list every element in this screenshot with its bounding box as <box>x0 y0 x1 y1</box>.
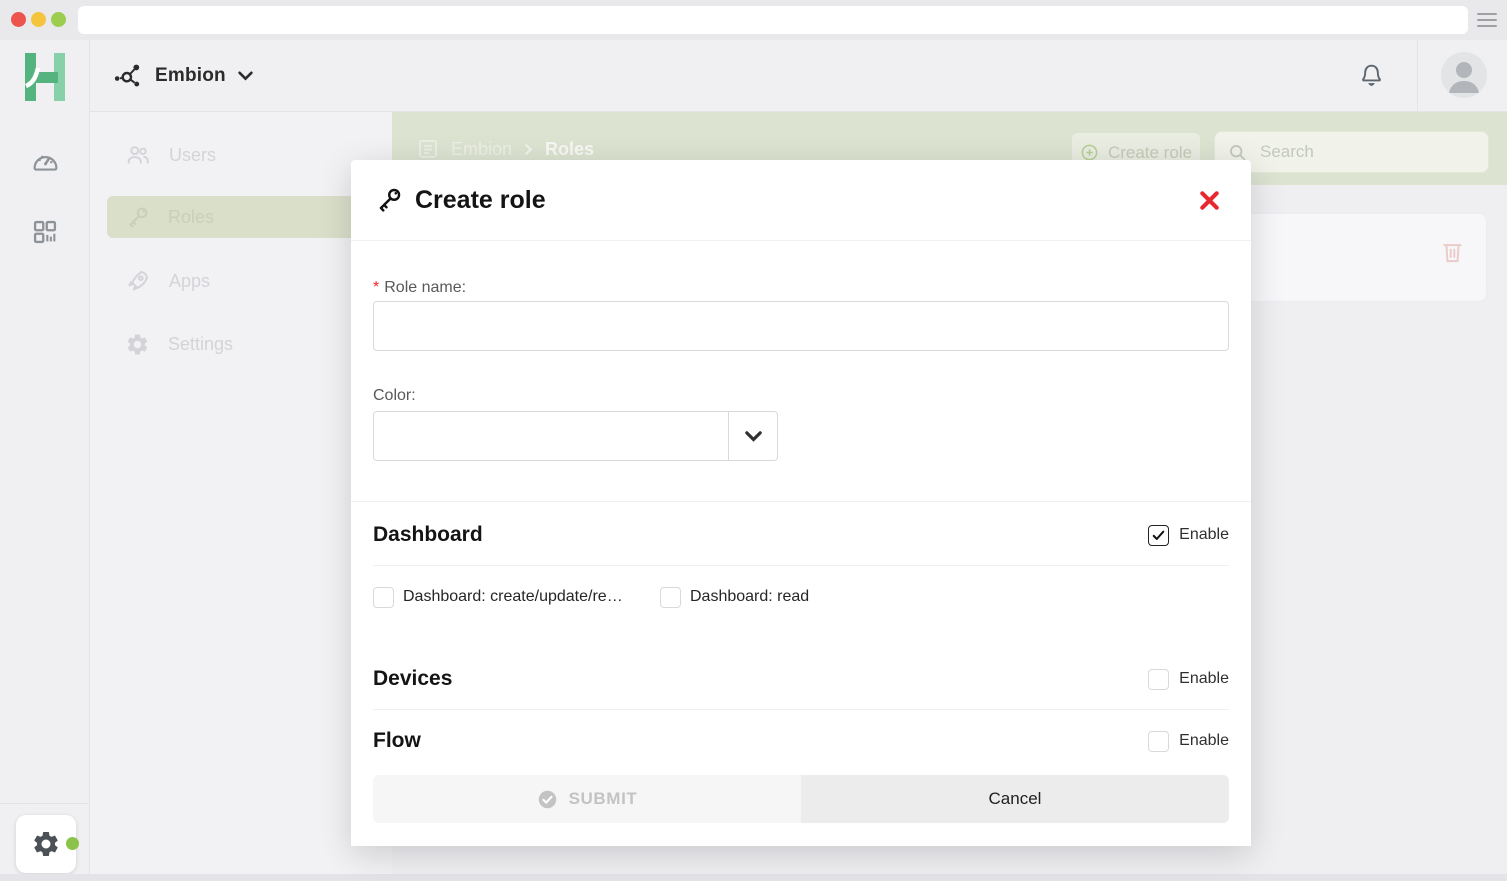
modal-header: Create role <box>351 160 1251 241</box>
rail-divider <box>0 803 88 804</box>
search-input[interactable]: Search <box>1214 131 1489 173</box>
org-switcher[interactable]: Embion <box>113 40 253 111</box>
section-devices: Devices Enable <box>373 664 1229 710</box>
sidebar-item-label: Settings <box>168 334 233 355</box>
status-dot <box>66 837 79 850</box>
key-icon <box>125 205 150 230</box>
modal-body: *Role name: Color: Dashboard Enable <box>351 241 1251 757</box>
section-title: Devices <box>373 667 452 691</box>
sidebar-item-label: Users <box>169 145 216 166</box>
sidebar-item-users[interactable]: Users <box>107 134 377 176</box>
notifications-bell-icon[interactable] <box>1358 62 1385 89</box>
cancel-label: Cancel <box>989 789 1042 809</box>
create-role-modal: Create role *Role name: Color: Dashboard <box>351 160 1251 846</box>
key-icon <box>375 186 403 214</box>
sidebar-item-label: Roles <box>168 207 214 228</box>
permission-label: Dashboard: create/update/re… <box>403 588 623 606</box>
gear-icon <box>125 332 150 357</box>
user-avatar[interactable] <box>1441 52 1487 98</box>
module-sidebar: Users Roles Apps Settings <box>90 112 392 881</box>
enable-checkbox-flow[interactable] <box>1148 731 1169 752</box>
users-icon <box>125 142 151 168</box>
role-name-label: *Role name: <box>373 279 1229 297</box>
org-name: Embion <box>155 65 226 87</box>
chevron-down-icon <box>728 412 777 460</box>
window-close-button[interactable] <box>11 12 26 27</box>
breadcrumb: Embion Roles <box>416 137 594 161</box>
left-rail <box>0 40 90 881</box>
section-dashboard: Dashboard Enable Dashboard: create/updat… <box>373 520 1229 612</box>
color-select[interactable] <box>373 411 778 461</box>
network-icon <box>113 61 143 91</box>
enable-label: Enable <box>1179 526 1229 544</box>
sidebar-item-settings[interactable]: Settings <box>107 323 377 365</box>
section-title: Dashboard <box>373 523 483 547</box>
window-minimize-button[interactable] <box>31 12 46 27</box>
section-flow: Flow Enable <box>373 726 1229 756</box>
search-placeholder: Search <box>1260 142 1314 162</box>
gear-icon <box>31 829 61 859</box>
modal-footer: SUBMIT Cancel <box>351 757 1251 846</box>
section-divider <box>373 565 1229 566</box>
list-icon <box>416 137 440 161</box>
breadcrumb-current: Roles <box>545 139 594 160</box>
modal-title: Create role <box>415 186 546 215</box>
check-circle-icon <box>537 789 558 810</box>
app-header: Embion <box>90 40 1507 112</box>
role-name-input[interactable] <box>373 301 1229 351</box>
required-marker: * <box>373 279 379 296</box>
enable-checkbox-devices[interactable] <box>1148 669 1169 690</box>
enable-label: Enable <box>1179 670 1229 688</box>
window-zoom-button[interactable] <box>51 12 66 27</box>
enable-label: Enable <box>1179 732 1229 750</box>
cancel-button[interactable]: Cancel <box>801 775 1229 823</box>
sidebar-item-label: Apps <box>169 271 210 292</box>
sidebar-item-roles[interactable]: Roles <box>107 196 377 238</box>
permission-label: Dashboard: read <box>690 588 809 606</box>
close-icon[interactable] <box>1198 189 1221 212</box>
color-select-value <box>374 412 728 460</box>
section-title: Flow <box>373 729 421 753</box>
permission-checkbox-dashboard-crud[interactable] <box>373 587 394 608</box>
apps-grid-icon[interactable] <box>31 218 59 246</box>
trash-icon[interactable] <box>1439 238 1466 265</box>
dashboard-icon[interactable] <box>31 146 60 175</box>
color-label: Color: <box>373 387 1229 405</box>
permission-checkbox-dashboard-read[interactable] <box>660 587 681 608</box>
rocket-icon <box>125 268 151 294</box>
browser-chrome <box>0 0 1507 40</box>
sidebar-item-apps[interactable]: Apps <box>107 260 377 302</box>
url-bar[interactable] <box>78 6 1468 34</box>
window-bottom-edge <box>0 874 1507 881</box>
browser-menu-icon[interactable] <box>1477 13 1497 27</box>
submit-button[interactable]: SUBMIT <box>373 775 801 823</box>
enable-checkbox-dashboard[interactable] <box>1148 525 1169 546</box>
section-divider <box>373 709 1229 710</box>
form-sections-divider <box>351 501 1251 502</box>
app-logo[interactable] <box>22 52 68 102</box>
header-divider <box>1417 40 1418 111</box>
breadcrumb-root[interactable]: Embion <box>451 139 512 160</box>
submit-label: SUBMIT <box>569 789 638 809</box>
chevron-down-icon <box>238 71 253 81</box>
breadcrumb-separator-icon <box>523 144 534 155</box>
